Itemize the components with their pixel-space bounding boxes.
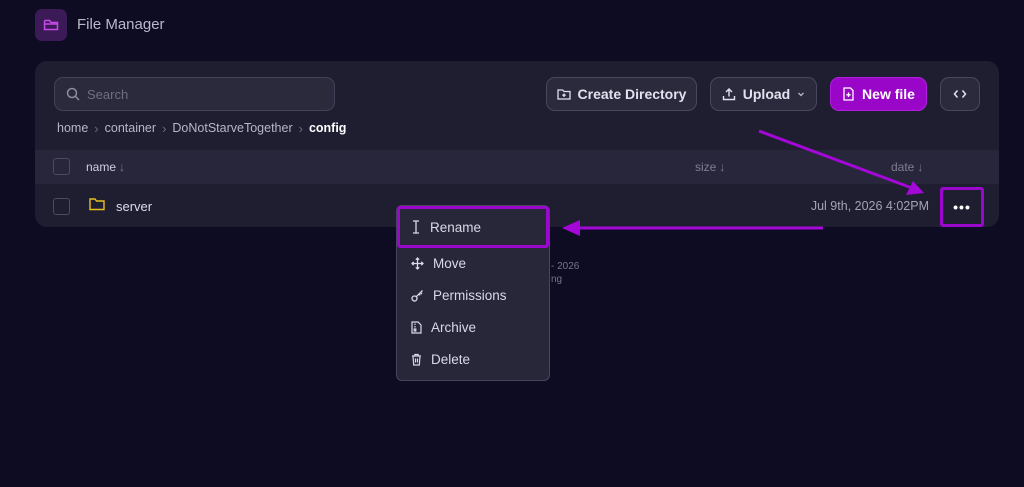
menu-item-label: Permissions xyxy=(433,287,507,303)
create-directory-label: Create Directory xyxy=(577,86,687,102)
text-cursor-icon xyxy=(413,220,419,234)
row-actions-button[interactable]: ••• xyxy=(940,187,984,227)
menu-item-label: Rename xyxy=(430,219,482,235)
search-input[interactable] xyxy=(87,86,317,102)
trash-icon xyxy=(412,353,421,366)
column-header-size[interactable]: size ↓ xyxy=(695,160,725,174)
column-header-date[interactable]: date ↓ xyxy=(891,160,923,174)
file-browser-panel: Create Directory Upload New file home › … xyxy=(35,61,999,227)
chevron-right-icon: › xyxy=(162,120,167,136)
breadcrumb-item-config: config xyxy=(308,121,347,135)
app-title: File Manager xyxy=(77,16,165,33)
select-all-checkbox[interactable] xyxy=(53,158,70,175)
column-label-date: date xyxy=(891,160,915,174)
breadcrumb: home › container › DoNotStarveTogether ›… xyxy=(57,120,346,136)
new-file-button[interactable]: New file xyxy=(830,77,927,111)
upload-icon xyxy=(722,88,735,101)
column-header-name[interactable]: name ↓ xyxy=(86,160,125,174)
chevron-down-icon xyxy=(798,92,805,97)
sort-arrow-icon: ↓ xyxy=(917,160,924,174)
chevron-right-icon: › xyxy=(298,120,303,136)
folder-icon xyxy=(43,19,59,31)
menu-item-label: Delete xyxy=(431,351,471,367)
menu-item-label: Archive xyxy=(431,319,477,335)
chevron-right-icon: › xyxy=(94,120,99,136)
folder-plus-icon xyxy=(556,89,571,100)
file-plus-icon xyxy=(843,87,854,101)
menu-item-archive[interactable]: Archive xyxy=(397,311,549,343)
footer-text: ng xyxy=(551,274,563,285)
code-view-toggle[interactable] xyxy=(940,77,980,111)
file-date: Jul 9th, 2026 4:02PM xyxy=(810,199,929,213)
menu-item-rename[interactable]: Rename xyxy=(397,206,549,248)
sort-arrow-icon: ↓ xyxy=(119,160,126,174)
archive-file-icon xyxy=(411,320,422,334)
move-arrows-icon xyxy=(411,256,424,270)
footer-text: - 2026 xyxy=(551,261,580,272)
code-icon xyxy=(953,90,967,98)
context-menu: Rename Move Permissions Archive Delete xyxy=(396,205,550,381)
breadcrumb-item-donotstarvetogether[interactable]: DoNotStarveTogether xyxy=(172,121,292,135)
menu-item-label: Move xyxy=(433,255,467,271)
menu-item-delete[interactable]: Delete xyxy=(397,343,549,375)
breadcrumb-item-container[interactable]: container xyxy=(105,121,156,135)
sort-arrow-icon: ↓ xyxy=(719,160,726,174)
menu-item-permissions[interactable]: Permissions xyxy=(397,279,549,311)
column-label-size: size xyxy=(695,160,717,174)
key-icon xyxy=(411,289,423,302)
row-checkbox[interactable] xyxy=(53,198,70,215)
table-header: name ↓ size ↓ date ↓ xyxy=(35,150,999,184)
upload-button[interactable]: Upload xyxy=(710,77,817,111)
search-box[interactable] xyxy=(54,77,335,111)
upload-label: Upload xyxy=(742,86,791,102)
breadcrumb-item-home[interactable]: home xyxy=(57,121,88,135)
search-icon xyxy=(66,87,80,101)
column-label-name: name xyxy=(86,160,117,174)
menu-item-move[interactable]: Move xyxy=(397,247,549,279)
folder-icon xyxy=(89,198,105,211)
app-logo xyxy=(35,9,67,41)
new-file-label: New file xyxy=(862,86,915,102)
file-name[interactable]: server xyxy=(116,199,152,214)
create-directory-button[interactable]: Create Directory xyxy=(546,77,697,111)
